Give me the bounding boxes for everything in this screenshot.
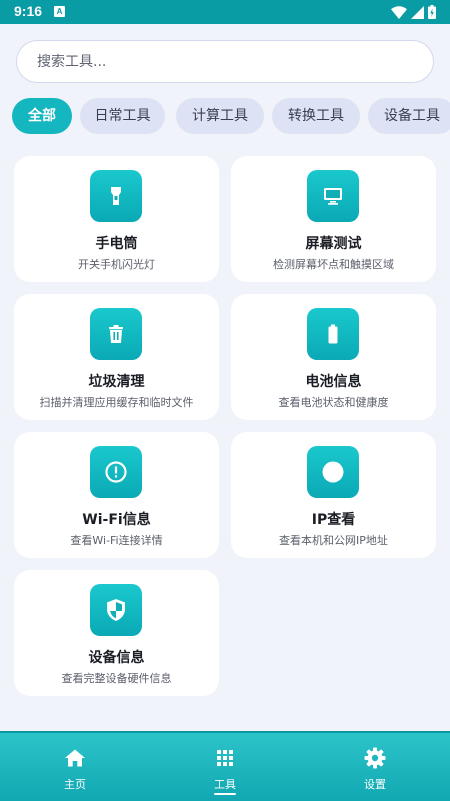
chip-daily-tools[interactable]: 日常工具 [80, 98, 165, 134]
tool-title: IP查看 [311, 512, 356, 528]
tool-desc: 查看本机和公网IP地址 [279, 534, 388, 547]
grid-icon [217, 750, 233, 766]
chip-convert-tools[interactable]: 转换工具 [272, 98, 360, 134]
tool-title: 电池信息 [305, 374, 362, 390]
tool-card-device-info[interactable]: 设备信息 查看完整设备硬件信息 [14, 570, 219, 696]
nav-tools[interactable]: 工具 [150, 733, 300, 801]
tool-title: Wi-Fi信息 [82, 512, 151, 528]
tool-desc: 检测屏幕坏点和触摸区域 [273, 258, 394, 271]
nav-home[interactable]: 主页 [0, 733, 150, 801]
tool-card-flashlight[interactable]: 手电筒 开关手机闪光灯 [14, 156, 219, 282]
flashlight-icon [90, 170, 142, 222]
bottom-navigation: 主页 工具 设置 [0, 731, 450, 801]
category-chips: 全部 日常工具 计算工具 转换工具 设备工具 [12, 98, 450, 135]
tool-desc: 查看完整设备硬件信息 [61, 672, 172, 685]
monitor-icon [307, 170, 359, 222]
nav-label: 工具 [214, 778, 236, 791]
home-icon [65, 749, 85, 767]
tool-title: 屏幕测试 [305, 236, 362, 252]
status-bar: 9:16 A [0, 0, 450, 24]
status-time: 9:16 [14, 3, 43, 19]
search-input[interactable] [37, 41, 417, 82]
tool-desc: 开关手机闪光灯 [78, 258, 155, 271]
shield-icon [90, 584, 142, 636]
tool-card-wifi-info[interactable]: Wi-Fi信息 查看Wi-Fi连接详情 [14, 432, 219, 558]
tool-card-junk-clean[interactable]: 垃圾清理 扫描并清理应用缓存和临时文件 [14, 294, 219, 420]
circle-icon [307, 446, 359, 498]
chip-device-tools[interactable]: 设备工具 [368, 98, 450, 134]
tool-card-ip-view[interactable]: IP查看 查看本机和公网IP地址 [231, 432, 436, 558]
tool-card-screen-test[interactable]: 屏幕测试 检测屏幕坏点和触摸区域 [231, 156, 436, 282]
search-bar[interactable] [16, 40, 434, 83]
nav-label: 设置 [364, 778, 386, 791]
notification-icon: A [54, 6, 65, 17]
nav-label: 主页 [64, 778, 86, 791]
signal-icon [411, 5, 424, 19]
tool-desc: 查看Wi-Fi连接详情 [70, 534, 163, 547]
chip-calc-tools[interactable]: 计算工具 [176, 98, 264, 134]
battery-status-icon [428, 5, 436, 19]
gear-icon [364, 747, 386, 769]
status-icons [391, 4, 436, 20]
tool-title: 垃圾清理 [88, 374, 145, 390]
tool-desc: 查看电池状态和健康度 [278, 396, 389, 409]
battery-icon [307, 308, 359, 360]
wifi-icon [391, 5, 407, 19]
tool-title: 设备信息 [88, 650, 145, 666]
alert-circle-icon [90, 446, 142, 498]
nav-settings[interactable]: 设置 [300, 733, 450, 801]
tool-title: 手电筒 [95, 236, 138, 252]
active-tab-indicator [214, 793, 236, 795]
tool-desc: 扫描并清理应用缓存和临时文件 [39, 396, 194, 409]
trash-icon [90, 308, 142, 360]
chip-all[interactable]: 全部 [12, 98, 72, 134]
tool-card-battery[interactable]: 电池信息 查看电池状态和健康度 [231, 294, 436, 420]
